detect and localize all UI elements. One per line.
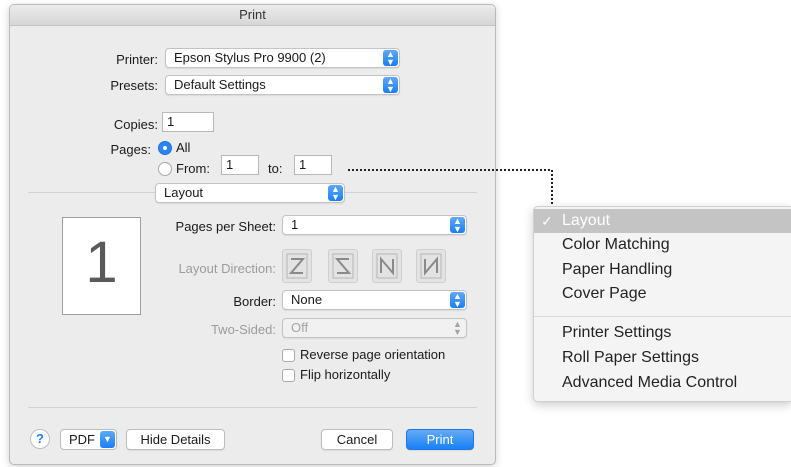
layout-z-icon (286, 253, 308, 279)
checkmark-icon: ✓ (541, 213, 553, 229)
pdf-label: PDF (69, 432, 95, 447)
pages-per-sheet-label: Pages per Sheet: (175, 219, 276, 234)
flip-horizontally-label: Flip horizontally (300, 367, 391, 382)
chevron-updown-icon: ▲ ▼ (328, 185, 343, 202)
printer-select[interactable]: Epson Stylus Pro 9900 (2) ▲ ▼ (165, 48, 400, 68)
cancel-button[interactable]: Cancel (321, 429, 393, 450)
page-preview: 1 (62, 217, 141, 315)
pages-all-label: All (176, 140, 191, 155)
menu-item-printer-settings[interactable]: Printer Settings (534, 321, 791, 345)
menu-item-label: Advanced Media Control (562, 374, 738, 391)
reverse-orientation-checkbox[interactable] (282, 349, 295, 362)
window-title: Print (10, 5, 495, 26)
menu-item-label: Printer Settings (562, 324, 672, 341)
menu-item-cover-page[interactable]: Cover Page (534, 282, 791, 306)
menu-item-label: Layout (562, 212, 611, 229)
chevron-down-icon: ▼ (100, 431, 115, 448)
hide-details-button[interactable]: Hide Details (126, 429, 225, 450)
border-value: None (291, 292, 323, 307)
section-select[interactable]: Layout ▲ ▼ (155, 183, 345, 203)
menu-item-advanced-media-control[interactable]: Advanced Media Control (534, 371, 791, 395)
preview-page-number: 1 (85, 230, 118, 295)
layout-section-menu: ✓ Layout Color Matching Paper Handling C… (533, 206, 791, 402)
menu-item-roll-paper-settings[interactable]: Roll Paper Settings (534, 346, 791, 370)
layout-direction-z-button[interactable] (282, 249, 312, 283)
printer-select-value: Epson Stylus Pro 9900 (2) (174, 50, 326, 65)
menu-item-label: Color Matching (562, 236, 670, 253)
menu-item-layout[interactable]: ✓ Layout (534, 209, 791, 233)
print-button[interactable]: Print (406, 429, 474, 450)
pages-to-field[interactable]: 1 (294, 155, 332, 175)
copies-field[interactable]: 1 (162, 112, 214, 132)
flip-horizontally-checkbox[interactable] (282, 369, 295, 382)
pages-per-sheet-value: 1 (291, 217, 299, 232)
chevron-updown-icon: ▲ ▼ (383, 50, 398, 67)
presets-label: Presets: (110, 78, 158, 93)
pdf-menu-button[interactable]: PDF ▼ (60, 429, 117, 450)
presets-select[interactable]: Default Settings ▲ ▼ (165, 75, 400, 95)
section-select-value: Layout (164, 185, 204, 200)
pages-label: Pages: (110, 142, 151, 157)
pages-all-radio[interactable] (158, 141, 172, 155)
menu-item-color-matching[interactable]: Color Matching (534, 233, 791, 257)
pages-from-label: From: (176, 161, 210, 176)
callout-connector (348, 169, 553, 337)
help-button[interactable]: ? (30, 429, 50, 449)
printer-label: Printer: (116, 52, 158, 67)
pages-to-label: to: (268, 161, 283, 176)
chevron-updown-icon: ▲ ▼ (383, 77, 398, 94)
presets-select-value: Default Settings (174, 77, 266, 92)
two-sided-label: Two-Sided: (210, 322, 276, 337)
layout-direction-label: Layout Direction: (178, 261, 276, 276)
menu-separator (534, 316, 791, 317)
copies-label: Copies: (113, 117, 158, 132)
two-sided-value: Off (291, 320, 309, 335)
border-label: Border: (233, 294, 276, 309)
menu-item-label: Paper Handling (562, 261, 673, 278)
pages-from-radio[interactable] (158, 162, 172, 176)
menu-item-label: Cover Page (562, 285, 647, 302)
pages-from-field[interactable]: 1 (221, 155, 259, 175)
footer-separator (28, 407, 477, 408)
reverse-orientation-label: Reverse page orientation (300, 347, 446, 362)
menu-item-label: Roll Paper Settings (562, 349, 699, 366)
menu-item-paper-handling[interactable]: Paper Handling (534, 258, 791, 282)
